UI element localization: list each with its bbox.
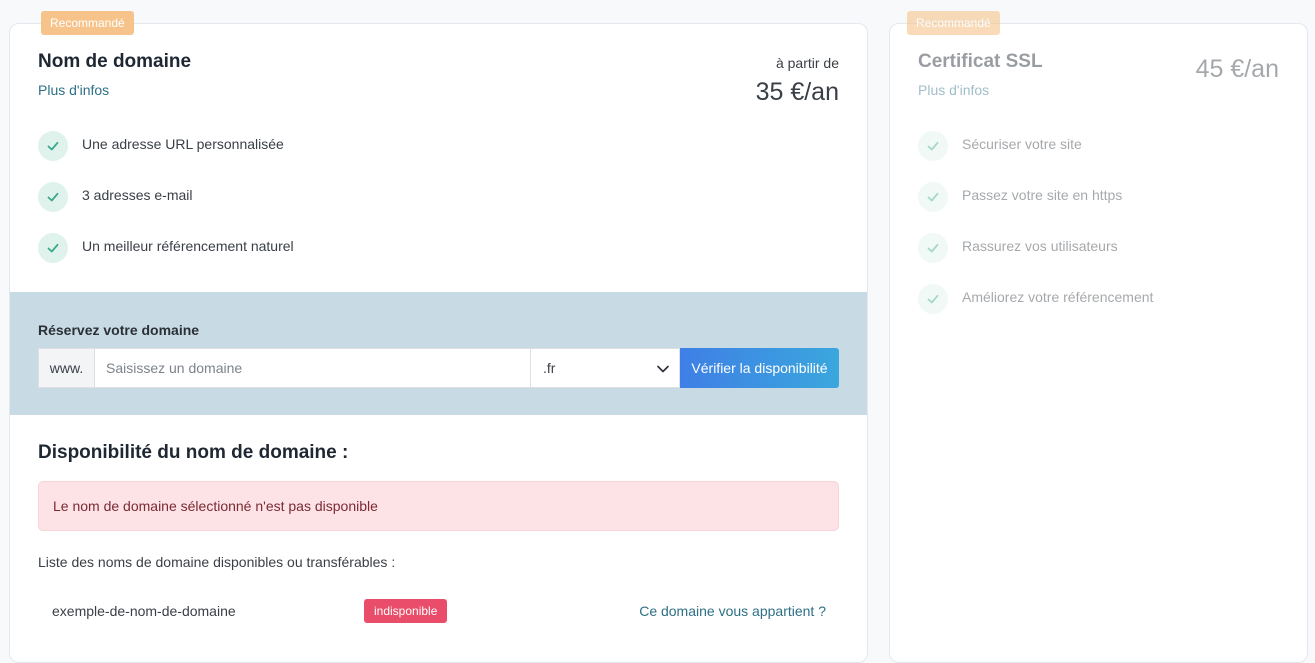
result-domain: exemple-de-nom-de-domaine bbox=[52, 603, 236, 619]
www-prefix: www. bbox=[38, 348, 94, 388]
tld-select[interactable]: .fr bbox=[531, 348, 680, 388]
check-icon bbox=[918, 233, 948, 263]
feature-text: Une adresse URL personnalisée bbox=[82, 136, 284, 152]
unavailable-alert: Le nom de domaine sélectionné n'est pas … bbox=[38, 481, 839, 531]
price-from-label: à partir de bbox=[775, 55, 839, 71]
domain-search-form: www. .fr Vérifier la disponibilité bbox=[38, 348, 839, 388]
card-title: Certificat SSL bbox=[918, 51, 1043, 72]
domain-name-card: Nom de domaine Plus d'infos à partir de … bbox=[9, 23, 868, 663]
own-domain-link[interactable]: Ce domaine vous appartient ? bbox=[639, 603, 826, 619]
chevron-down-icon bbox=[657, 360, 669, 376]
feature-text: Sécuriser votre site bbox=[962, 136, 1082, 152]
domain-result-row: exemple-de-nom-de-domaine indisponible C… bbox=[38, 599, 839, 625]
price: 45 €/an bbox=[1195, 55, 1279, 83]
feature-text: Améliorez votre référencement bbox=[962, 289, 1154, 305]
recommended-badge-ssl: Recommandé bbox=[907, 11, 1000, 35]
search-label: Réservez votre domaine bbox=[38, 322, 200, 338]
feature-text: 3 adresses e-mail bbox=[82, 187, 193, 203]
feature-text: Passez votre site en https bbox=[962, 187, 1123, 203]
check-icon bbox=[38, 233, 68, 263]
check-icon bbox=[918, 131, 948, 161]
domain-search-panel: Réservez votre domaine www. .fr Vérifier… bbox=[10, 292, 867, 415]
available-list-label: Liste des noms de domaine disponibles ou… bbox=[38, 554, 396, 570]
more-info-link[interactable]: Plus d'infos bbox=[918, 82, 989, 98]
price: 35 €/an bbox=[755, 78, 839, 106]
check-icon bbox=[918, 182, 948, 212]
recommended-badge: Recommandé bbox=[41, 11, 134, 35]
check-icon bbox=[918, 284, 948, 314]
more-info-link[interactable]: Plus d'infos bbox=[38, 82, 109, 98]
check-availability-button[interactable]: Vérifier la disponibilité bbox=[680, 348, 839, 388]
check-icon bbox=[38, 131, 68, 161]
status-badge: indisponible bbox=[364, 599, 448, 623]
check-icon bbox=[38, 182, 68, 212]
tld-value: .fr bbox=[543, 360, 556, 376]
ssl-certificate-card: Certificat SSL Plus d'infos 45 €/an Sécu… bbox=[889, 23, 1308, 663]
feature-text: Rassurez vos utilisateurs bbox=[962, 238, 1118, 254]
feature-text: Un meilleur référencement naturel bbox=[82, 238, 294, 254]
card-title: Nom de domaine bbox=[38, 51, 192, 72]
domain-input[interactable] bbox=[94, 348, 531, 388]
availability-title: Disponibilité du nom de domaine : bbox=[38, 442, 349, 463]
